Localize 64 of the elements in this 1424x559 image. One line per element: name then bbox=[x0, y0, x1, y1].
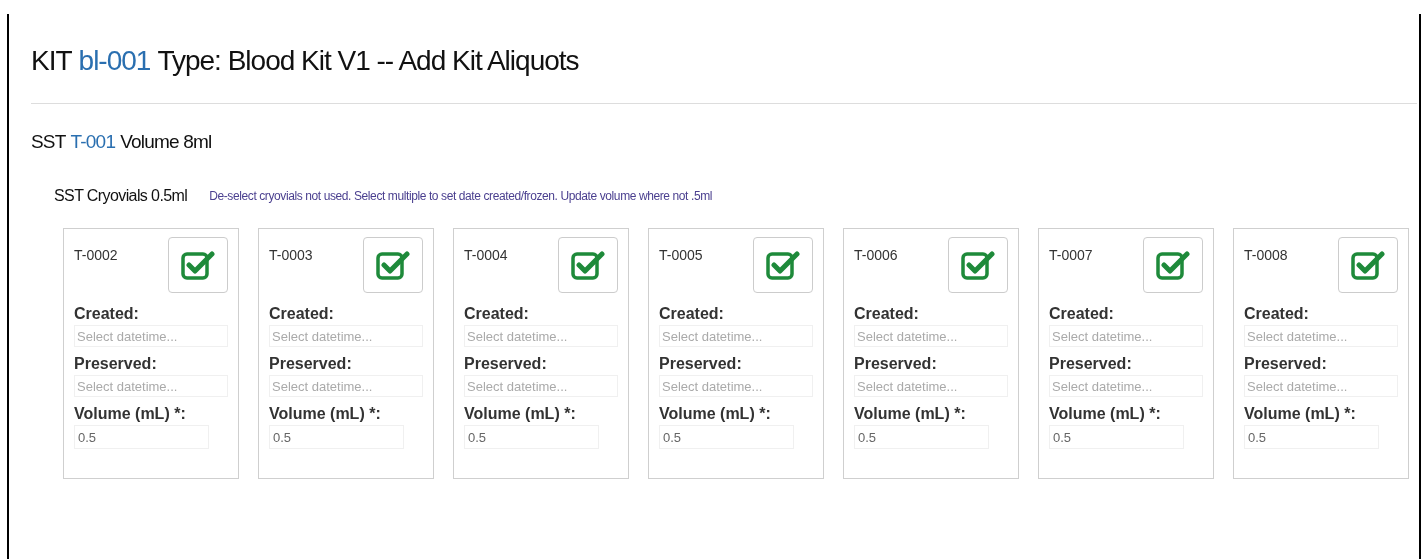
field-label: Created: bbox=[854, 304, 920, 324]
field-label: Preserved: bbox=[74, 354, 158, 374]
cryovial-id: T-0003 bbox=[269, 246, 313, 265]
page-title: Type: Blood Kit V1 -- Add Kit Aliquots bbox=[157, 43, 579, 78]
tube-label: Volume 8ml bbox=[120, 129, 212, 154]
volume-field[interactable]: 0.5 bbox=[74, 425, 209, 449]
field-label: Preserved: bbox=[464, 354, 548, 374]
field-label: Created: bbox=[1244, 304, 1310, 324]
field-label: Preserved: bbox=[1049, 354, 1133, 374]
date-field[interactable]: Select datetime... bbox=[1244, 375, 1398, 397]
field-label: Volume (mL) *: bbox=[1244, 404, 1357, 424]
date-field[interactable]: Select datetime... bbox=[1049, 325, 1203, 347]
kit-link[interactable]: bl-001 bbox=[78, 39, 151, 82]
field-label: Created: bbox=[269, 304, 335, 324]
field-label: Created: bbox=[464, 304, 530, 324]
date-field[interactable]: Select datetime... bbox=[269, 375, 423, 397]
field-label: Created: bbox=[74, 304, 140, 324]
date-field[interactable]: Select datetime... bbox=[74, 375, 228, 397]
date-field[interactable]: Select datetime... bbox=[659, 375, 813, 397]
cryovial-id: T-0007 bbox=[1049, 246, 1093, 265]
date-field[interactable]: Select datetime... bbox=[854, 375, 1008, 397]
date-field[interactable]: Select datetime... bbox=[74, 325, 228, 347]
volume-field[interactable]: 0.5 bbox=[269, 425, 404, 449]
field-label: Preserved: bbox=[269, 354, 353, 374]
select-toggle[interactable] bbox=[363, 237, 423, 293]
select-toggle[interactable] bbox=[948, 237, 1008, 293]
field-label: Volume (mL) *: bbox=[269, 404, 382, 424]
volume-field[interactable]: 0.5 bbox=[659, 425, 794, 449]
cryovial-id: T-0006 bbox=[854, 246, 898, 265]
select-toggle[interactable] bbox=[1143, 237, 1203, 293]
date-field[interactable]: Select datetime... bbox=[659, 325, 813, 347]
select-toggle[interactable] bbox=[168, 237, 228, 293]
volume-field[interactable]: 0.5 bbox=[854, 425, 989, 449]
volume-field[interactable]: 0.5 bbox=[1244, 425, 1379, 449]
date-field[interactable]: Select datetime... bbox=[1244, 325, 1398, 347]
cryovial-id: T-0005 bbox=[659, 246, 703, 265]
field-label: Volume (mL) *: bbox=[659, 404, 772, 424]
tube-label: SST bbox=[31, 129, 66, 154]
cryovial-id: T-0002 bbox=[74, 246, 118, 265]
field-label: Created: bbox=[1049, 304, 1115, 324]
group-title: SST Cryovials 0.5ml bbox=[54, 186, 188, 206]
date-field[interactable]: Select datetime... bbox=[464, 325, 618, 347]
field-label: Volume (mL) *: bbox=[854, 404, 967, 424]
field-label: Preserved: bbox=[854, 354, 938, 374]
field-label: Volume (mL) *: bbox=[464, 404, 577, 424]
field-label: Created: bbox=[659, 304, 725, 324]
date-field[interactable]: Select datetime... bbox=[269, 325, 423, 347]
instruction-text: De-select cryovials not used. Select multiple to set date created/frozen. Update volume where not .5ml bbox=[209, 188, 713, 205]
page-title: KIT bbox=[31, 43, 72, 78]
date-field[interactable]: Select datetime... bbox=[1049, 375, 1203, 397]
date-field[interactable]: Select datetime... bbox=[464, 375, 618, 397]
field-label: Volume (mL) *: bbox=[74, 404, 187, 424]
field-label: Volume (mL) *: bbox=[1049, 404, 1162, 424]
select-toggle[interactable] bbox=[558, 237, 618, 293]
tube-link[interactable]: T-001 bbox=[70, 127, 116, 157]
field-label: Preserved: bbox=[1244, 354, 1328, 374]
volume-field[interactable]: 0.5 bbox=[464, 425, 599, 449]
field-label: Preserved: bbox=[659, 354, 743, 374]
cryovial-id: T-0008 bbox=[1244, 246, 1288, 265]
cryovial-id: T-0004 bbox=[464, 246, 508, 265]
select-toggle[interactable] bbox=[1338, 237, 1398, 293]
volume-field[interactable]: 0.5 bbox=[1049, 425, 1184, 449]
date-field[interactable]: Select datetime... bbox=[854, 325, 1008, 347]
select-toggle[interactable] bbox=[753, 237, 813, 293]
